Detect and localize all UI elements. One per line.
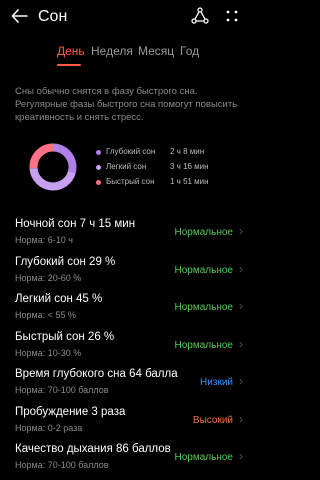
tab-year[interactable]: Год <box>180 44 199 58</box>
page-title: Сон <box>38 8 68 25</box>
chevron-right-icon: › <box>239 224 243 238</box>
metric-status: Нормальное <box>174 339 233 351</box>
tab-day[interactable]: День <box>57 44 85 58</box>
metric-status: Нормальное <box>174 264 233 276</box>
active-tab-indicator <box>57 64 81 66</box>
legend-dot-light <box>96 165 101 170</box>
legend-value-deep: 2 ч 8 мин <box>170 147 205 156</box>
chevron-right-icon: › <box>239 261 243 276</box>
metric-title: Быстрый сон 26 % <box>15 330 115 343</box>
metric-row-breathing-quality[interactable]: Качество дыхания 86 баллов Норма: 70-100… <box>0 439 253 477</box>
legend-value-light: 3 ч 16 мин <box>170 162 209 171</box>
tab-week[interactable]: Неделя <box>91 44 133 58</box>
metric-title: Пробуждение 3 раза <box>15 405 126 418</box>
metric-title: Глубокий сон 29 % <box>15 255 116 268</box>
metric-row-deep-sleep-score[interactable]: Время глубокого сна 64 балла Норма: 70-1… <box>0 364 253 402</box>
donut-slice-deep <box>52 143 77 173</box>
tab-month[interactable]: Месяц <box>138 44 174 58</box>
metric-norm: Норма: < 55 % <box>15 310 76 320</box>
metric-status: Нормальное <box>174 227 233 238</box>
back-arrow-icon[interactable] <box>10 6 30 26</box>
legend-dot-rem <box>96 180 101 185</box>
metric-norm: Норма: 70-100 баллов <box>15 385 109 395</box>
donut-slice-rem <box>29 143 54 169</box>
legend-value-rem: 1 ч 51 мин <box>170 177 209 186</box>
chevron-right-icon: › <box>239 336 243 351</box>
metric-title: Легкий сон 45 % <box>15 293 103 305</box>
legend-dot-deep <box>96 150 101 155</box>
sleep-metrics-list: Ночной сон 7 ч 15 мин Норма: 6-10 ч Норм… <box>0 214 253 477</box>
metric-norm: Норма: 0-2 раза <box>15 422 83 433</box>
metric-row-night-sleep[interactable]: Ночной сон 7 ч 15 мин Норма: 6-10 ч Норм… <box>0 214 253 252</box>
metric-norm: Норма: 20-60 % <box>15 272 82 283</box>
metric-status: Низкий <box>200 377 233 388</box>
legend-label-light: Легкий сон <box>106 162 147 171</box>
chevron-right-icon: › <box>239 411 243 426</box>
metric-row-light-sleep[interactable]: Легкий сон 45 % Норма: < 55 % Нормальное… <box>0 289 253 327</box>
metric-norm: Норма: 10-30 % <box>15 347 82 358</box>
chevron-right-icon: › <box>239 374 243 388</box>
donut-slice-light <box>29 167 76 191</box>
metric-status: Высокий <box>192 414 233 426</box>
sleep-info-text: Сны обычно снятся в фазу быстрого сна. Р… <box>15 86 238 123</box>
chart-legend: Глубокий сон 2 ч 8 мин Легкий сон 3 ч 16… <box>96 146 246 191</box>
legend-label-deep: Глубокий сон <box>106 147 156 156</box>
chevron-right-icon: › <box>239 449 243 463</box>
period-tabs: День Неделя Месяц Год <box>0 44 253 66</box>
metric-norm: Норма: 6-10 ч <box>15 235 73 245</box>
metric-title: Ночной сон 7 ч 15 мин <box>15 218 136 230</box>
metric-status: Нормальное <box>174 302 233 313</box>
metric-status: Нормальное <box>174 452 233 463</box>
metric-title: Время глубокого сна 64 балла <box>15 368 178 380</box>
more-dots-icon[interactable] <box>222 6 242 26</box>
metric-row-rem-sleep[interactable]: Быстрый сон 26 % Норма: 10-30 % Нормальн… <box>0 327 253 365</box>
legend-label-rem: Быстрый сон <box>106 177 155 186</box>
chevron-right-icon: › <box>239 299 243 313</box>
metric-title: Качество дыхания 86 баллов <box>15 443 171 455</box>
legend-row-rem: Быстрый сон 1 ч 51 мин <box>96 176 246 191</box>
share-icon[interactable] <box>190 6 210 26</box>
legend-row-light: Легкий сон 3 ч 16 мин <box>96 161 246 176</box>
metric-norm: Норма: 70-100 баллов <box>15 460 109 470</box>
top-bar: Сон <box>0 0 253 34</box>
legend-row-deep: Глубокий сон 2 ч 8 мин <box>96 146 246 161</box>
metric-row-awakenings[interactable]: Пробуждение 3 раза Норма: 0-2 раза Высок… <box>0 402 253 440</box>
sleep-phases-donut-chart <box>29 143 77 191</box>
metric-row-deep-sleep[interactable]: Глубокий сон 29 % Норма: 20-60 % Нормаль… <box>0 252 253 290</box>
